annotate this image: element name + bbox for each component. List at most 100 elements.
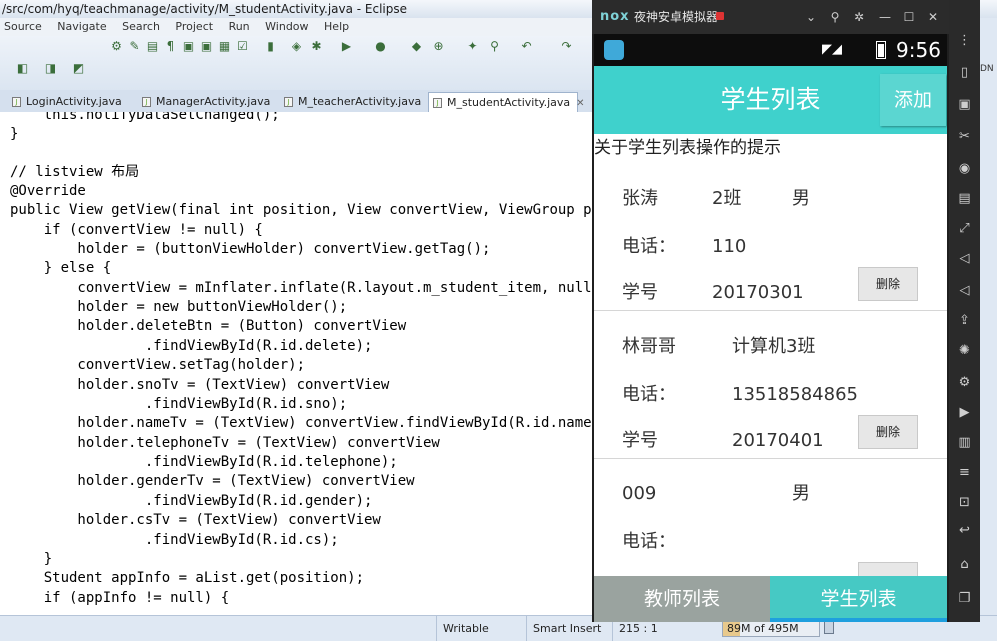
mark-occurrences-icon[interactable]: ✎: [128, 40, 141, 53]
scissors-icon[interactable]: ✂: [956, 128, 973, 145]
volume-down-icon[interactable]: ◁: [956, 282, 973, 299]
tab-login-activity[interactable]: J LoginActivity.java: [8, 92, 132, 112]
home-screen-icon[interactable]: ⊡: [956, 494, 973, 511]
tab-teacher-activity[interactable]: J M_teacherActivity.java: [280, 92, 430, 112]
debug-icon[interactable]: ✱: [310, 40, 323, 53]
chevron-down-icon[interactable]: ⌄: [802, 0, 820, 34]
lint-icon[interactable]: ◈: [290, 40, 303, 53]
emulator-name: 夜神安卓模拟器: [634, 10, 719, 24]
tab-student-list[interactable]: 学生列表: [770, 576, 947, 622]
external-tools-icon[interactable]: ⚙: [110, 40, 123, 53]
screenshot-icon[interactable]: ▣: [956, 96, 973, 113]
add-button[interactable]: 添加: [880, 74, 946, 126]
open-type-icon[interactable]: ✦: [466, 40, 479, 53]
menu-icon[interactable]: ≡: [956, 464, 973, 481]
tab-label: LoginActivity.java: [26, 95, 122, 108]
wifi-signal-icon: ◤◢: [822, 42, 842, 57]
code-line: convertView = mInflater.inflate(R.layout…: [10, 280, 600, 296]
student-sno: 20170301: [712, 282, 804, 303]
delete-button[interactable]: 删除: [858, 415, 918, 449]
code-line: .findViewById(R.id.sno);: [10, 396, 348, 412]
fullscreen-icon[interactable]: ⤢: [956, 220, 973, 237]
trash-icon[interactable]: [824, 621, 834, 634]
hint-text[interactable]: 关于学生列表操作的提示: [594, 136, 781, 160]
location-icon[interactable]: ◉: [956, 160, 973, 177]
sdk-manager-icon[interactable]: ▦: [218, 40, 231, 53]
menu-window[interactable]: Window: [265, 18, 308, 36]
macro-icon[interactable]: ⚙: [956, 374, 973, 391]
apk-install-icon[interactable]: ⇪: [956, 312, 973, 329]
new-class-icon[interactable]: ⊕: [432, 40, 445, 53]
java-file-icon: J: [12, 97, 21, 107]
sno-label: 学号: [622, 430, 658, 451]
clock: 9:56: [896, 38, 941, 62]
recent-apps-icon[interactable]: ❐: [956, 590, 973, 607]
next-annotation-icon[interactable]: ▣: [182, 40, 195, 53]
run-icon[interactable]: ▶: [340, 40, 353, 53]
app-screen: 学生列表 添加 关于学生列表操作的提示 张涛 2班 男 电话： 110 学号 2…: [594, 66, 947, 622]
shake-icon[interactable]: ✺: [956, 342, 973, 359]
rotate-icon[interactable]: ▯: [956, 64, 973, 81]
checkbox-icon[interactable]: ☑: [236, 40, 249, 53]
close-icon[interactable]: ✕: [924, 0, 942, 34]
code-line: public View getView(final int position, …: [10, 202, 600, 218]
student-class: 2班: [712, 188, 742, 209]
code-line: .findViewById(R.id.gender);: [10, 493, 373, 509]
menu-navigate[interactable]: Navigate: [57, 18, 106, 36]
nav-icon-2[interactable]: ◨: [44, 62, 57, 75]
maximize-icon[interactable]: ☐: [900, 0, 918, 34]
bottom-nav: 教师列表 学生列表: [594, 576, 947, 622]
menu-search[interactable]: Search: [122, 18, 160, 36]
settings-icon[interactable]: ✲: [850, 0, 868, 34]
student-name: 张涛: [622, 188, 658, 209]
java-file-icon: J: [284, 97, 293, 107]
multi-instance-icon[interactable]: ▥: [956, 434, 973, 451]
phone-label: 电话：: [622, 531, 676, 552]
code-line: .findViewById(R.id.delete);: [10, 338, 373, 354]
student-phone: 110: [712, 236, 747, 257]
menu-run[interactable]: Run: [229, 18, 250, 36]
run-config-icon[interactable]: ●: [374, 40, 387, 53]
android-device-icon[interactable]: ▮: [264, 40, 277, 53]
delete-button[interactable]: 删除: [858, 267, 918, 301]
show-whitespace-icon[interactable]: ¶: [164, 40, 177, 53]
student-list-item[interactable]: 张涛 2班 男 电话： 110 学号 20170301 删除: [594, 163, 947, 311]
back-icon[interactable]: ↶: [520, 40, 533, 53]
nox-logo: nox: [600, 9, 630, 24]
menu-source[interactable]: Source: [4, 18, 42, 36]
nav-icon-1[interactable]: ◧: [16, 62, 29, 75]
java-file-icon: J: [142, 97, 151, 107]
student-list-item[interactable]: 林哥哥 计算机3班 电话： 13518584865 学号 20170401 删除: [594, 311, 947, 459]
code-line: if (convertView != null) {: [10, 222, 263, 238]
tab-label: M_teacherActivity.java: [298, 95, 422, 108]
close-tab-icon[interactable]: ✕: [576, 98, 584, 109]
keyboard-icon[interactable]: ▤: [956, 190, 973, 207]
pin-icon[interactable]: ⚲: [826, 0, 844, 34]
code-line: } else {: [10, 260, 112, 276]
phone-label: 电话：: [622, 384, 676, 405]
window-title: /src/com/hyq/teachmanage/activity/M_stud…: [2, 2, 408, 16]
volume-up-icon[interactable]: ◁: [956, 250, 973, 267]
code-editor[interactable]: this.notifyDataSetChanged(); } // listvi…: [0, 112, 600, 615]
code-line: holder.genderTv = (TextView) convertView: [10, 473, 415, 489]
minimize-icon[interactable]: —: [876, 0, 894, 34]
menu-help[interactable]: Help: [324, 18, 349, 36]
search-icon[interactable]: ⚲: [488, 40, 501, 53]
tab-student-activity[interactable]: J M_studentActivity.java ✕: [428, 92, 585, 112]
prev-annotation-icon[interactable]: ▣: [200, 40, 213, 53]
code-line: holder.csTv = (TextView) convertView: [10, 512, 381, 528]
new-package-icon[interactable]: ◆: [410, 40, 423, 53]
writable-status: Writable: [436, 616, 523, 641]
student-class: 计算机3班: [732, 336, 816, 357]
tab-teacher-list[interactable]: 教师列表: [594, 576, 770, 622]
nav-icon-3[interactable]: ◩: [72, 62, 85, 75]
block-select-icon[interactable]: ▤: [146, 40, 159, 53]
back-icon[interactable]: ↩: [956, 522, 973, 539]
more-icon[interactable]: ⋮: [956, 32, 973, 49]
forward-icon[interactable]: ↷: [560, 40, 573, 53]
menu-project[interactable]: Project: [175, 18, 213, 36]
home-icon[interactable]: ⌂: [956, 556, 973, 573]
video-record-icon[interactable]: ▶: [956, 404, 973, 421]
tab-manager-activity[interactable]: J ManagerActivity.java: [138, 92, 284, 112]
heap-label: 89M of 495M: [727, 622, 799, 635]
